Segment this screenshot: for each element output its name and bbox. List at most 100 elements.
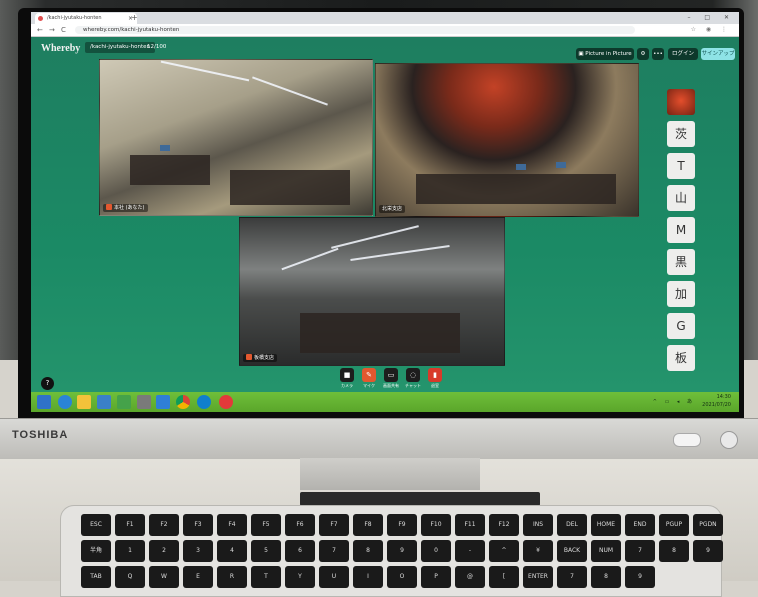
keyboard-key[interactable]: 8 bbox=[353, 540, 383, 562]
keyboard-key[interactable]: @ bbox=[455, 566, 485, 588]
keyboard-key[interactable]: U bbox=[319, 566, 349, 588]
keyboard-key[interactable]: - bbox=[455, 540, 485, 562]
whereby-logo[interactable]: Whereby bbox=[41, 43, 80, 54]
keyboard-key[interactable]: ¥ bbox=[523, 540, 553, 562]
settings-button[interactable]: ⚙ bbox=[637, 48, 649, 60]
keyboard-key[interactable]: Y bbox=[285, 566, 315, 588]
url-field[interactable]: whereby.com/kachi-jyutaku-honten bbox=[75, 26, 635, 34]
store-icon[interactable] bbox=[97, 395, 111, 409]
keyboard-key[interactable]: BACK SPACE bbox=[557, 540, 587, 576]
keyboard-key[interactable]: 8 bbox=[591, 566, 621, 588]
help-button[interactable]: ? bbox=[41, 377, 54, 390]
chrome-icon[interactable] bbox=[176, 395, 190, 409]
reload-icon[interactable]: C bbox=[61, 24, 66, 36]
keyboard-key[interactable]: PGDN bbox=[693, 514, 723, 536]
keyboard-key[interactable]: F7 bbox=[319, 514, 349, 536]
keyboard-key[interactable]: P bbox=[421, 566, 451, 588]
keyboard-key[interactable]: 2 bbox=[149, 540, 179, 562]
keyboard-key[interactable]: F6 bbox=[285, 514, 315, 536]
system-tray-icons[interactable]: ^ ▭ ◂ あ bbox=[653, 398, 695, 405]
power-button[interactable] bbox=[673, 433, 701, 447]
screenshare-button[interactable]: ▭ 画面共有 bbox=[380, 368, 402, 390]
keyboard-key[interactable]: T bbox=[251, 566, 281, 588]
more-options-button[interactable]: ••• bbox=[652, 48, 664, 60]
keyboard-key[interactable]: 8 bbox=[659, 540, 689, 562]
browser-extension-icons[interactable]: ☆ ◉ ⋮ bbox=[691, 24, 731, 36]
participant-chip[interactable]: T bbox=[667, 153, 695, 179]
participant-chip[interactable]: M bbox=[667, 217, 695, 243]
signup-button[interactable]: サインアップ bbox=[701, 48, 735, 60]
keyboard-key[interactable]: O bbox=[387, 566, 417, 588]
video-tile[interactable]: 本社 (あなた) bbox=[99, 59, 373, 216]
participant-chip[interactable]: 加 bbox=[667, 281, 695, 307]
keyboard-key[interactable]: 7 bbox=[557, 566, 587, 588]
keyboard-key[interactable]: F9 bbox=[387, 514, 417, 536]
file-explorer-icon[interactable] bbox=[77, 395, 91, 409]
mic-button[interactable]: ✎ マイク bbox=[358, 368, 380, 390]
keyboard-key[interactable]: F12 bbox=[489, 514, 519, 536]
keyboard-key[interactable]: [ bbox=[489, 566, 519, 588]
login-button[interactable]: ログイン bbox=[668, 48, 698, 60]
keyboard-key[interactable]: 3 bbox=[183, 540, 213, 562]
keyboard-key[interactable]: E bbox=[183, 566, 213, 588]
keyboard-key[interactable]: ENTER bbox=[523, 566, 553, 588]
keyboard-key[interactable]: ^ bbox=[489, 540, 519, 562]
keyboard-key[interactable]: F10 bbox=[421, 514, 451, 536]
forward-icon[interactable]: → bbox=[49, 24, 55, 36]
keyboard-key[interactable]: 9 bbox=[387, 540, 417, 562]
keyboard-key[interactable]: 半角 bbox=[81, 540, 111, 562]
window-controls[interactable]: – □ ✕ bbox=[687, 12, 735, 24]
back-icon[interactable]: ← bbox=[37, 24, 43, 36]
keyboard-key[interactable]: 9 bbox=[693, 540, 723, 562]
windows-start-icon[interactable] bbox=[37, 395, 51, 409]
taskbar-clock[interactable]: 14:30 2021/07/20 bbox=[702, 393, 731, 409]
keyboard-key[interactable]: 6 bbox=[285, 540, 315, 562]
keyboard-key[interactable]: I bbox=[353, 566, 383, 588]
keyboard-key[interactable]: F1 bbox=[115, 514, 145, 536]
keyboard-key[interactable]: Q bbox=[115, 566, 145, 588]
keyboard-key[interactable]: W bbox=[149, 566, 179, 588]
whereby-app-icon[interactable] bbox=[219, 395, 233, 409]
keyboard-key[interactable]: NUM LOCK bbox=[591, 540, 621, 576]
keyboard-key[interactable]: PGUP bbox=[659, 514, 689, 536]
keyboard-key[interactable]: F4 bbox=[217, 514, 247, 536]
leave-button[interactable]: ▮ 退室 bbox=[424, 368, 446, 390]
app-icon[interactable] bbox=[156, 395, 170, 409]
chat-button[interactable]: ◌ チャット bbox=[402, 368, 424, 390]
keyboard-key[interactable]: F2 bbox=[149, 514, 179, 536]
new-tab-icon[interactable]: + bbox=[131, 12, 138, 24]
keyboard-key[interactable]: 4 bbox=[217, 540, 247, 562]
keyboard-key[interactable]: END bbox=[625, 514, 655, 536]
participant-chip[interactable]: 山 bbox=[667, 185, 695, 211]
keyboard-key[interactable]: TAB bbox=[81, 566, 111, 588]
video-tile[interactable]: 北栄支店 bbox=[375, 63, 639, 217]
app-icon[interactable] bbox=[137, 395, 151, 409]
participant-chip[interactable]: 板 bbox=[667, 345, 695, 371]
video-tile[interactable]: 板橋支店 bbox=[239, 217, 505, 366]
participant-chip[interactable]: 黒 bbox=[667, 249, 695, 275]
keyboard-key[interactable]: R bbox=[217, 566, 247, 588]
participant-thumbnail[interactable] bbox=[667, 89, 695, 115]
keyboard-key[interactable]: F11 bbox=[455, 514, 485, 536]
app-icon[interactable] bbox=[117, 395, 131, 409]
participant-chip[interactable]: G bbox=[667, 313, 695, 339]
keyboard-key[interactable]: INS bbox=[523, 514, 553, 536]
participant-chip[interactable]: 茨 bbox=[667, 121, 695, 147]
edge-icon[interactable] bbox=[197, 395, 211, 409]
keyboard-key[interactable]: 0 bbox=[421, 540, 451, 562]
keyboard-key[interactable]: DEL bbox=[557, 514, 587, 536]
keyboard-key[interactable]: F3 bbox=[183, 514, 213, 536]
picture-in-picture-button[interactable]: ▣ Picture in Picture bbox=[576, 48, 634, 60]
keyboard-key[interactable]: 9 bbox=[625, 566, 655, 588]
keyboard-key[interactable]: 7 bbox=[625, 540, 655, 562]
keyboard-key[interactable]: F8 bbox=[353, 514, 383, 536]
browser-tab[interactable]: /kachi-jyutaku-honten × bbox=[35, 13, 137, 24]
keyboard-key[interactable]: 1 bbox=[115, 540, 145, 562]
keyboard-key[interactable]: F5 bbox=[251, 514, 281, 536]
keyboard-key[interactable]: 7 bbox=[319, 540, 349, 562]
keyboard-key[interactable]: HOME bbox=[591, 514, 621, 536]
camera-button[interactable]: ■ カメラ bbox=[336, 368, 358, 390]
keyboard-key[interactable]: ESC bbox=[81, 514, 111, 536]
internet-explorer-icon[interactable] bbox=[58, 395, 72, 409]
keyboard-key[interactable]: 5 bbox=[251, 540, 281, 562]
